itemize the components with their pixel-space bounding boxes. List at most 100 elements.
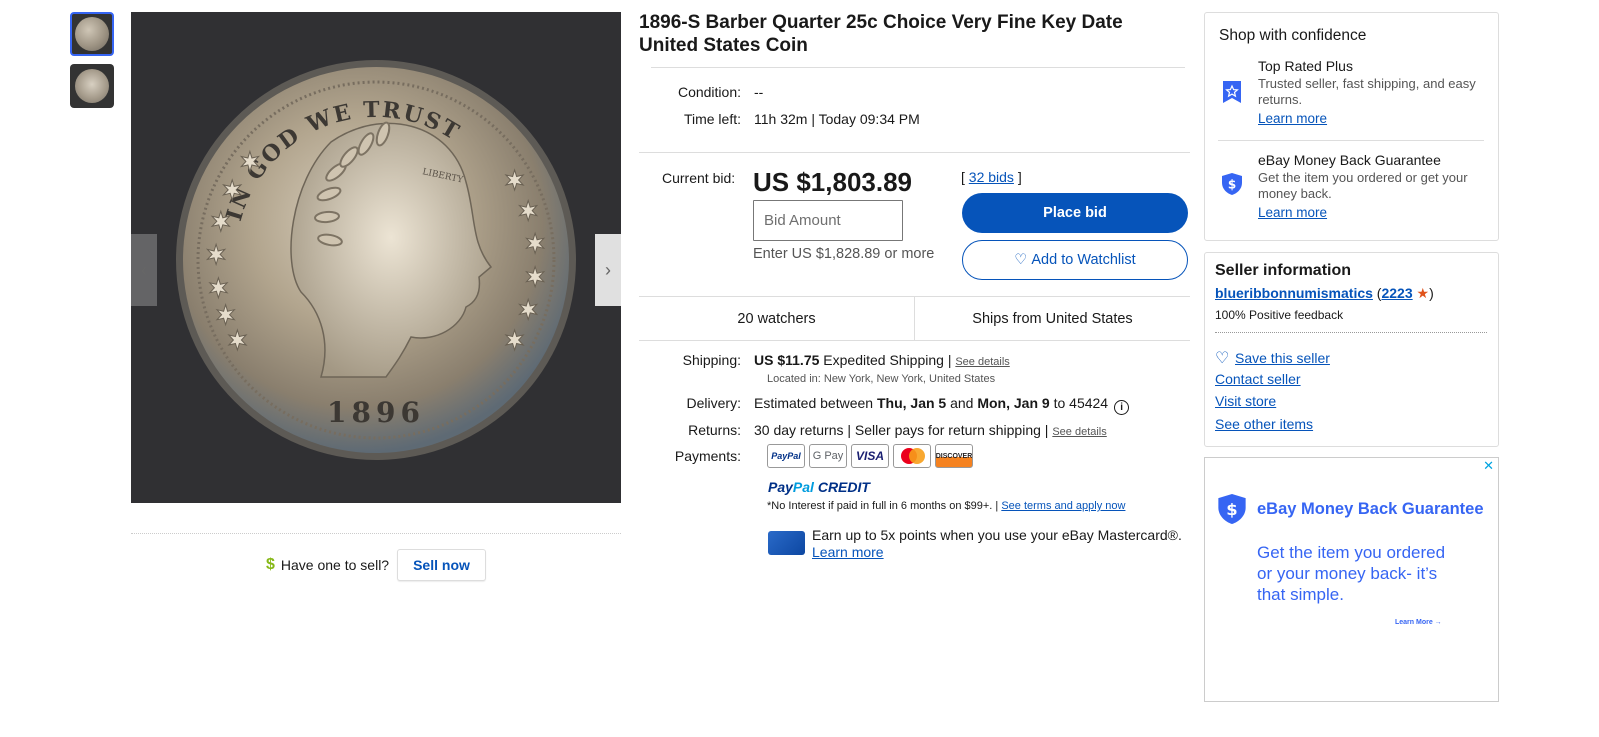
time-left-row: Time left: 11h 32m | Today 09:34 PM: [639, 111, 920, 127]
see-terms-link[interactable]: See terms and apply now: [1001, 500, 1125, 512]
bid-count-open: [: [961, 169, 969, 185]
contact-seller-link[interactable]: Contact seller: [1215, 371, 1301, 387]
prev-image-arrow[interactable]: ‹: [131, 234, 157, 306]
sell-now-button[interactable]: Sell now: [397, 549, 486, 581]
paypal-credit-a: Pay: [768, 479, 793, 495]
delivery-text: and: [946, 395, 978, 411]
visit-store-link[interactable]: Visit store: [1215, 393, 1276, 409]
delivery-zip: to 45424: [1049, 395, 1109, 411]
shipping-row: Shipping: US $11.75 Expedited Shipping |…: [639, 352, 1010, 368]
mastercard-learn-more-link[interactable]: Learn more: [812, 544, 884, 560]
heart-icon: ♡: [1215, 350, 1230, 367]
shop-with-confidence-panel: Shop with confidence Top Rated Plus Trus…: [1204, 12, 1499, 241]
bid-hint: Enter US $1,828.89 or more: [753, 246, 935, 262]
paypal-credit-note-text: *No Interest if paid in full in 6 months…: [767, 500, 1002, 512]
see-other-items-link[interactable]: See other items: [1215, 416, 1313, 432]
shipping-label: Shipping:: [682, 352, 741, 368]
listing-stats: 20 watchers Ships from United States: [639, 296, 1190, 341]
paypal-credit-note: *No Interest if paid in full in 6 months…: [767, 500, 1125, 512]
visa-icon: VISA: [851, 444, 889, 468]
info-icon[interactable]: i: [1114, 400, 1130, 415]
divider: [651, 67, 1185, 68]
next-image-arrow[interactable]: ›: [595, 234, 621, 306]
feedback-close: ): [1429, 285, 1434, 301]
current-bid-label: Current bid:: [662, 170, 736, 186]
divider: [639, 152, 1190, 153]
paypal-credit-c: CREDIT: [813, 479, 870, 495]
seller-information-panel: Seller information blueribbonnumismatics…: [1204, 252, 1499, 447]
delivery-date-start: Thu, Jan 5: [876, 395, 947, 411]
top-rated-plus-heading: Top Rated Plus: [1258, 58, 1353, 74]
returns-label: Returns:: [688, 422, 741, 438]
coin-year: 1896: [327, 396, 425, 429]
paypal-credit-b: Pal: [792, 479, 814, 495]
thumbnail-strip: [70, 12, 114, 116]
place-bid-button[interactable]: Place bid: [962, 193, 1188, 233]
thumbnail-2[interactable]: [70, 64, 114, 108]
dollar-icon: $: [266, 556, 275, 573]
ad-body: Get the item you ordered or your money b…: [1257, 543, 1446, 604]
heart-icon: ♡: [1014, 252, 1028, 268]
feedback-score-link[interactable]: 2223: [1381, 285, 1412, 301]
time-left-value: 11h 32m | Today 09:34 PM: [754, 111, 920, 127]
seller-info-title: Seller information: [1215, 262, 1352, 279]
divider: [131, 533, 621, 534]
money-back-learn-more-link[interactable]: Learn more: [1258, 205, 1486, 220]
top-rated-badge-icon: [1223, 81, 1241, 103]
delivery-text: Estimated between: [754, 395, 877, 411]
seller-name-row: blueribbonnumismatics (2223 ★): [1215, 285, 1434, 302]
mastercard-promo-text: Earn up to 5x points when you use your e…: [812, 527, 1182, 543]
add-to-watchlist-label: Add to Watchlist: [1031, 252, 1136, 268]
watchers-count: 20 watchers: [639, 297, 915, 340]
shield-dollar-icon: $: [1218, 494, 1246, 524]
current-bid-price: US $1,803.89: [753, 167, 913, 197]
ad-learn-more[interactable]: Learn More →: [1395, 619, 1442, 626]
shield-dollar-icon: $: [1222, 173, 1242, 195]
returns-see-details-link[interactable]: See details: [1052, 426, 1106, 438]
sell-prompt: $ Have one to sell? Sell now: [266, 549, 486, 581]
svg-text:$: $: [1226, 500, 1237, 519]
delivery-date-end: Mon, Jan 9: [977, 395, 1050, 411]
payments-row: Payments:: [639, 448, 754, 464]
mastercard-icon: [893, 444, 931, 468]
chevron-left-icon: ‹: [141, 259, 147, 280]
delivery-row: Delivery: Estimated between Thu, Jan 5 a…: [639, 395, 1130, 415]
add-to-watchlist-button[interactable]: ♡ Add to Watchlist: [962, 240, 1188, 280]
condition-label: Condition:: [677, 84, 741, 100]
positive-feedback: 100% Positive feedback: [1215, 308, 1344, 322]
shipping-see-details-link[interactable]: See details: [955, 356, 1009, 368]
thumbnail-1[interactable]: [70, 12, 114, 56]
save-seller-label: Save this seller: [1235, 350, 1330, 366]
save-seller-link[interactable]: ♡ Save this seller: [1215, 348, 1330, 368]
condition-value: --: [754, 84, 764, 100]
top-rated-plus-text: Trusted seller, fast shipping, and easy …: [1258, 76, 1476, 107]
close-icon[interactable]: ✕: [1483, 458, 1494, 474]
shipping-method: Expedited Shipping |: [819, 352, 956, 368]
ebay-mastercard-icon: [768, 531, 805, 555]
main-product-image[interactable]: IN GOD WE TRUST LIBERTY 1896 ‹ ›: [131, 12, 621, 503]
discover-icon: DISCOVER: [935, 444, 973, 468]
top-rated-learn-more-link[interactable]: Learn more: [1258, 111, 1486, 126]
chevron-right-icon: ›: [605, 259, 611, 280]
sell-prompt-text: Have one to sell?: [280, 557, 390, 573]
paypal-credit-logo: PayPal CREDIT: [768, 479, 870, 495]
delivery-label: Delivery:: [686, 395, 741, 411]
returns-row: Returns: 30 day returns | Seller pays fo…: [639, 422, 1107, 438]
google-pay-icon: G Pay: [809, 444, 847, 468]
shop-with-confidence-title: Shop with confidence: [1219, 27, 1367, 44]
shipping-price: US $11.75: [754, 352, 820, 368]
mastercard-promo: Earn up to 5x points when you use your e…: [812, 527, 1182, 561]
divider: [1218, 140, 1484, 141]
star-icon: ★: [1416, 285, 1430, 301]
returns-text: 30 day returns | Seller pays for return …: [754, 422, 1053, 438]
seller-name-link[interactable]: blueribbonnumismatics: [1215, 285, 1373, 301]
item-title: 1896-S Barber Quarter 25c Choice Very Fi…: [639, 12, 1123, 56]
bid-amount-input[interactable]: [753, 200, 903, 241]
ships-from: Ships from United States: [972, 310, 1133, 327]
item-location: Located in: New York, New York, United S…: [767, 373, 996, 385]
divider: [1215, 332, 1487, 333]
bid-count: [ 32 bids ]: [961, 169, 1022, 185]
paypal-icon: PayPal: [767, 444, 805, 468]
bids-link[interactable]: 32 bids: [969, 169, 1014, 185]
advertisement[interactable]: ✕ $ eBay Money Back Guarantee Get the it…: [1204, 457, 1499, 702]
